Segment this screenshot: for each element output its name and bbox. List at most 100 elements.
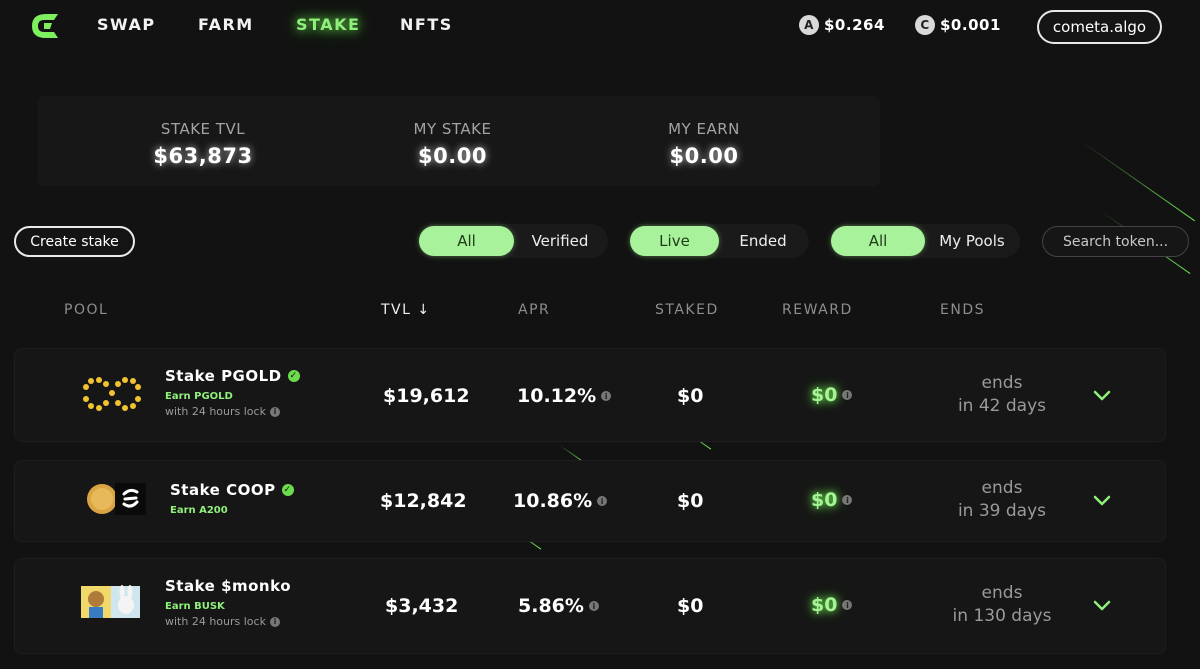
staked-value: $0: [677, 385, 704, 407]
ends-info: ends in 130 days: [942, 582, 1062, 628]
stat-label: MY STAKE: [413, 120, 492, 138]
stat-value: $0.00: [669, 144, 739, 168]
owner-toggle: All My Pools: [830, 224, 1020, 258]
ends-days: in 42 days: [957, 396, 1047, 416]
ends-label: ends: [981, 478, 1023, 498]
stat-label: MY EARN: [668, 120, 740, 138]
top-nav: SWAP FARM STAKE NFTS A $0.264 C $0.001 c…: [0, 0, 1200, 54]
pool-name: Stake $monko: [165, 577, 291, 595]
info-icon[interactable]: i: [597, 496, 608, 506]
lock-info: with 24 hours lock i: [165, 615, 280, 628]
chevron-down-icon[interactable]: [1092, 491, 1112, 511]
apr-cell: 10.12% i: [517, 385, 612, 407]
filter-ended[interactable]: Ended: [719, 226, 807, 256]
stat-my-earn: MY EARN $0.00: [649, 120, 759, 168]
nav-stake[interactable]: STAKE: [296, 15, 360, 34]
filter-verified[interactable]: Verified: [514, 226, 606, 256]
reward-value: $0: [811, 489, 838, 511]
verified-check-icon: ✓: [287, 370, 300, 382]
staked-value: $0: [677, 490, 704, 512]
algo-coin-icon: A: [799, 15, 819, 35]
apr-cell: 10.86% i: [513, 490, 608, 512]
reward-cell: $0 i: [811, 594, 853, 616]
info-icon[interactable]: i: [842, 600, 853, 610]
chevron-down-icon[interactable]: [1092, 386, 1112, 406]
filter-all-owners[interactable]: All: [831, 226, 925, 256]
pgold-token-icon: [83, 377, 141, 411]
filter-live[interactable]: Live: [630, 226, 719, 256]
algo-price-value: $0.264: [824, 16, 885, 34]
lock-text: with 24 hours lock: [165, 405, 266, 418]
ends-label: ends: [981, 373, 1023, 393]
apr-value: 10.12%: [517, 385, 597, 407]
cometa-coin-icon: C: [915, 15, 935, 35]
ends-days: in 130 days: [952, 606, 1052, 626]
table-row[interactable]: Stake COOP ✓ Earn A200 $12,842 10.86% i …: [14, 460, 1166, 542]
stat-label: STAKE TVL: [160, 120, 246, 138]
table-row[interactable]: Stake PGOLD ✓ Earn PGOLD with 24 hours l…: [14, 348, 1166, 442]
earn-token: Earn PGOLD: [165, 391, 233, 402]
pool-name-text: Stake COOP: [170, 481, 276, 499]
verify-toggle: All Verified: [418, 224, 608, 258]
info-icon[interactable]: i: [842, 495, 853, 505]
col-header-apr[interactable]: APR: [518, 302, 550, 318]
algo-price: A $0.264: [799, 15, 885, 35]
tvl-value: $3,432: [385, 595, 459, 617]
col-header-pool[interactable]: POOL: [64, 302, 108, 318]
info-icon[interactable]: i: [269, 406, 280, 417]
cometa-price: C $0.001: [915, 15, 1001, 35]
stats-card: STAKE TVL $63,873 MY STAKE $0.00 MY EARN…: [38, 96, 880, 186]
verified-check-icon: ✓: [281, 484, 294, 496]
col-header-tvl[interactable]: TVL ↓: [381, 302, 431, 318]
filter-my-pools[interactable]: My Pools: [925, 226, 1019, 256]
ends-days: in 39 days: [957, 501, 1047, 521]
monko-token-icon: [81, 585, 141, 619]
ends-info: ends in 39 days: [942, 477, 1062, 523]
info-icon[interactable]: i: [842, 390, 853, 400]
table-row[interactable]: Stake $monko Earn BUSK with 24 hours loc…: [14, 558, 1166, 654]
wallet-button[interactable]: cometa.algo: [1037, 10, 1162, 44]
status-toggle: Live Ended: [629, 224, 809, 258]
stat-my-stake: MY STAKE $0.00: [395, 120, 510, 168]
chevron-down-icon[interactable]: [1092, 596, 1112, 616]
apr-cell: 5.86% i: [518, 595, 599, 617]
earn-token: Earn BUSK: [165, 601, 225, 612]
info-icon[interactable]: i: [269, 616, 280, 627]
staked-value: $0: [677, 595, 704, 617]
stat-value: $0.00: [418, 144, 487, 168]
pool-name: Stake COOP ✓: [170, 481, 294, 499]
create-stake-button[interactable]: Create stake: [14, 226, 135, 257]
cometa-logo-icon[interactable]: [30, 12, 62, 40]
nav-nfts[interactable]: NFTS: [400, 15, 453, 34]
reward-cell: $0 i: [811, 384, 853, 406]
lock-text: with 24 hours lock: [165, 615, 266, 628]
nav-swap[interactable]: SWAP: [97, 15, 156, 34]
filter-all-pools[interactable]: All: [419, 226, 514, 256]
lock-info: with 24 hours lock i: [165, 405, 280, 418]
ends-label: ends: [981, 583, 1023, 603]
cometa-price-value: $0.001: [940, 16, 1001, 34]
nav-farm[interactable]: FARM: [198, 15, 254, 34]
col-header-ends[interactable]: ENDS: [940, 302, 985, 318]
info-icon[interactable]: i: [601, 391, 612, 401]
coop-token-icon: [87, 482, 147, 516]
stat-stake-tvl: STAKE TVL $63,873: [143, 120, 263, 168]
search-token-input[interactable]: [1042, 226, 1189, 257]
reward-value: $0: [811, 384, 838, 406]
pool-name: Stake PGOLD ✓: [165, 367, 300, 385]
reward-value: $0: [811, 594, 838, 616]
col-header-staked[interactable]: STAKED: [655, 302, 719, 318]
earn-token: Earn A200: [170, 505, 228, 516]
pool-name-text: Stake PGOLD: [165, 367, 282, 385]
apr-value: 10.86%: [513, 490, 593, 512]
tvl-value: $19,612: [383, 385, 470, 407]
col-header-reward[interactable]: REWARD: [782, 302, 853, 318]
pool-name-text: Stake $monko: [165, 577, 291, 595]
apr-value: 5.86%: [518, 595, 584, 617]
ends-info: ends in 42 days: [942, 372, 1062, 418]
decor-streak: [1079, 140, 1195, 222]
tvl-value: $12,842: [380, 490, 467, 512]
reward-cell: $0 i: [811, 489, 853, 511]
info-icon[interactable]: i: [588, 601, 599, 611]
stat-value: $63,873: [153, 144, 253, 168]
